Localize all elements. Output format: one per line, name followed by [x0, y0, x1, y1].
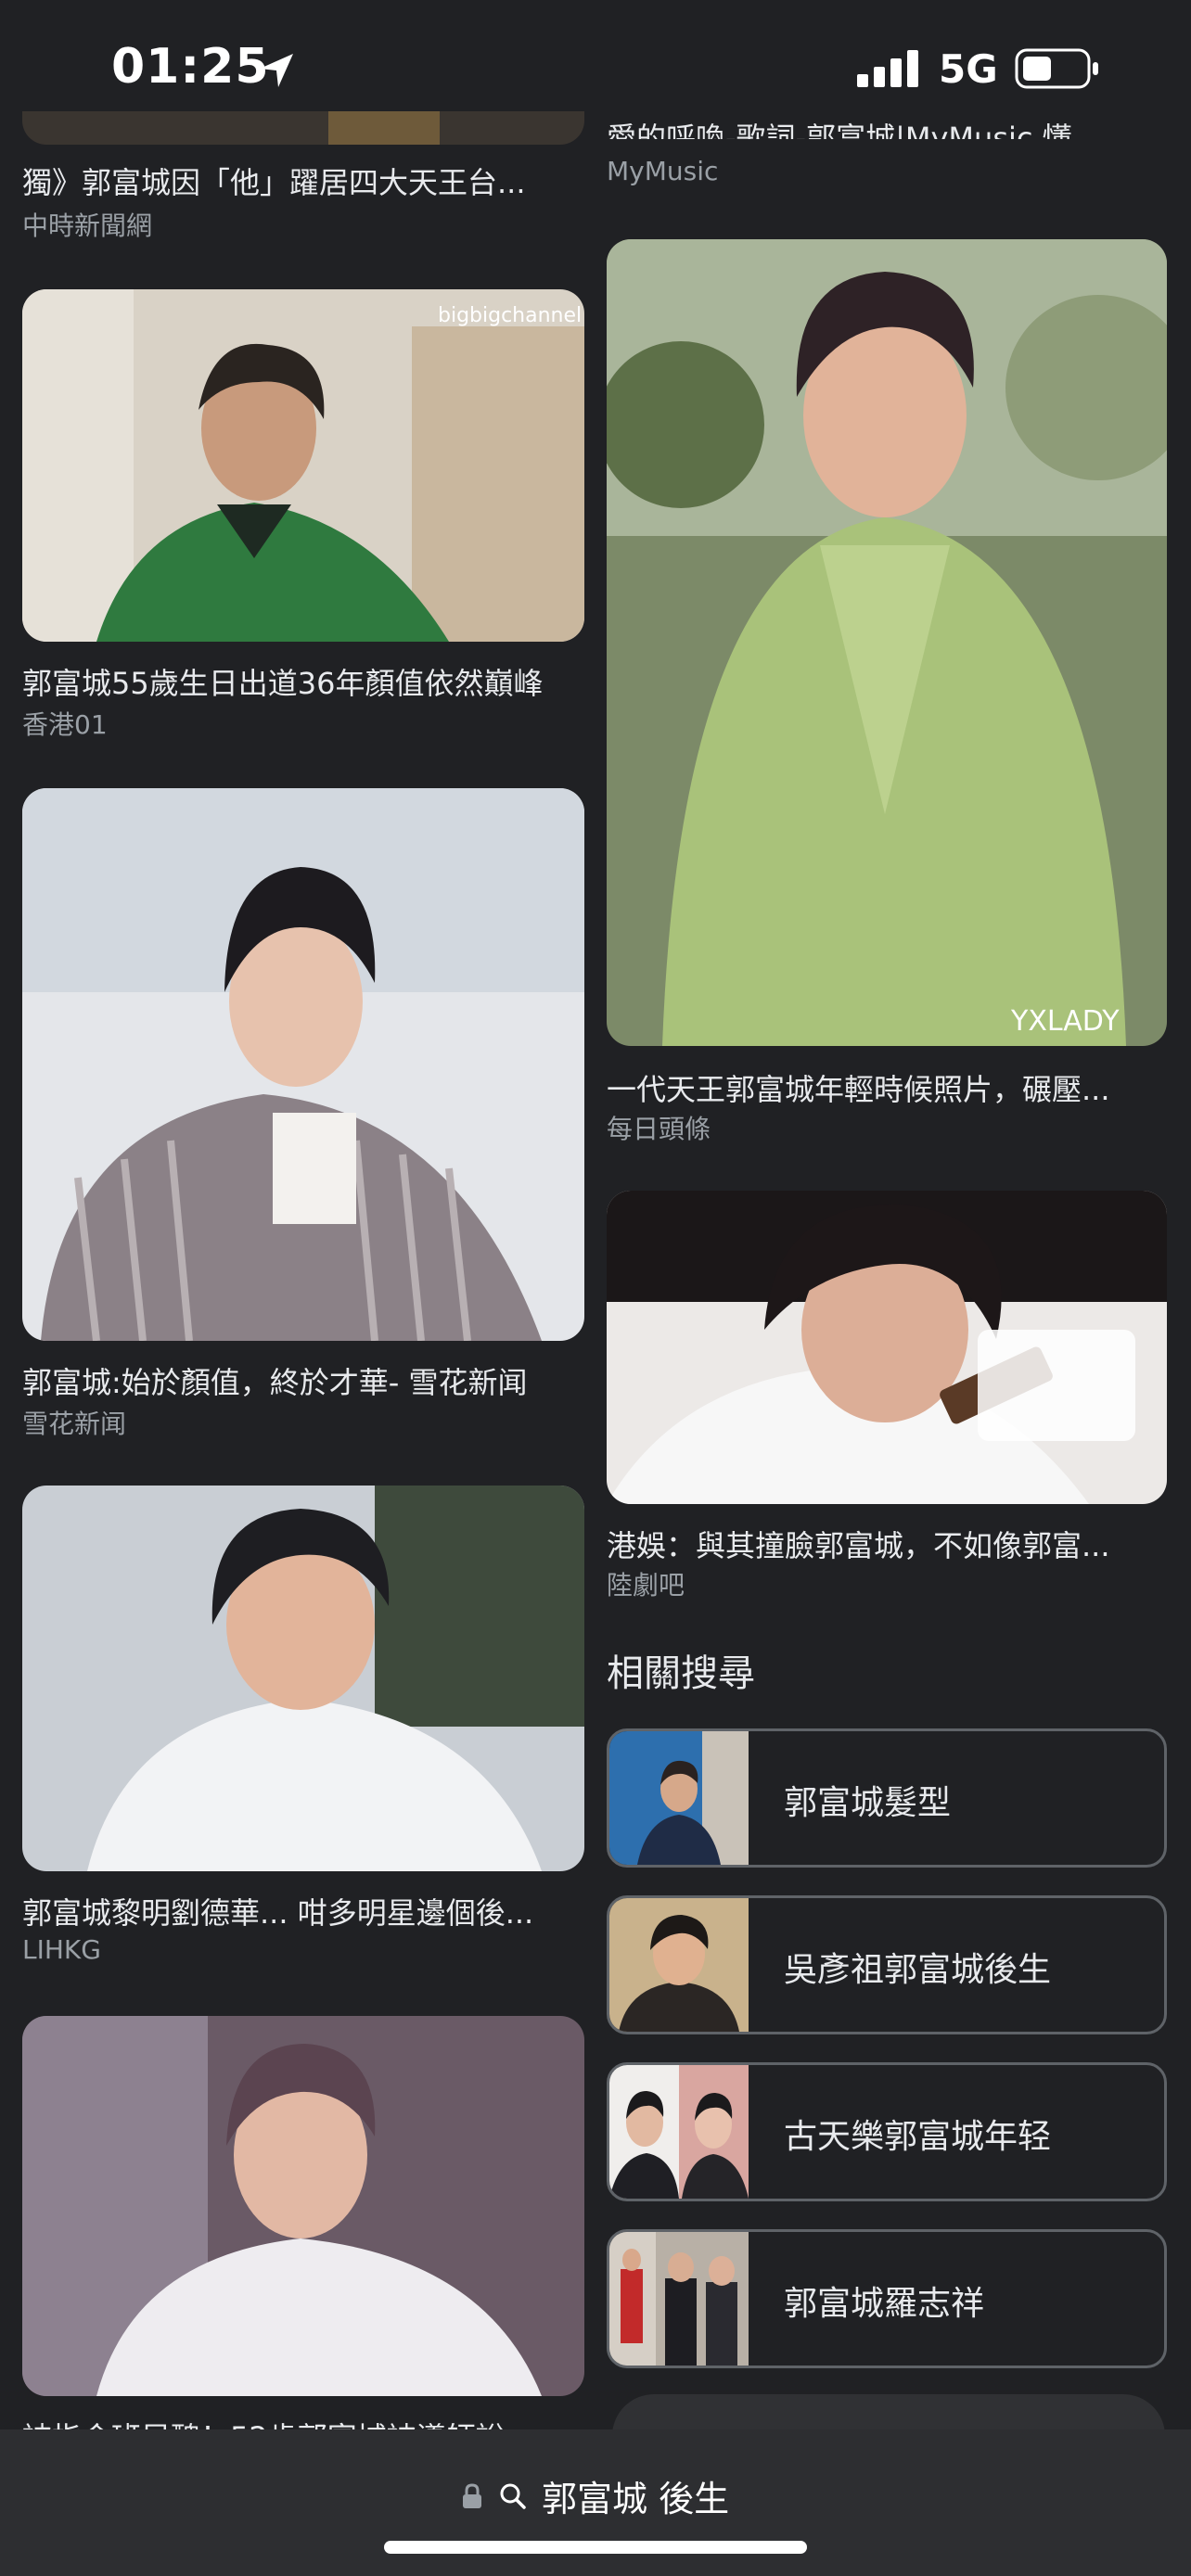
- result-caption[interactable]: 郭富城55歲生日出道36年顏值依然巔峰: [22, 660, 588, 703]
- result-image[interactable]: [607, 239, 1167, 1046]
- related-search-label: 郭富城羅志祥: [784, 2285, 985, 2323]
- home-indicator[interactable]: [384, 2541, 807, 2554]
- network-type: 5G: [939, 46, 998, 92]
- cellular-signal-icon: [857, 50, 918, 87]
- battery-icon: [1015, 48, 1098, 89]
- location-arrow-icon: [260, 54, 293, 87]
- result-source: 雪花新闻: [22, 1409, 127, 1439]
- result-image[interactable]: [22, 289, 584, 642]
- related-search-label: 吳彥祖郭富城後生: [784, 1951, 1052, 1989]
- result-caption[interactable]: 愛的呼喚-歌詞-郭富城|MyMusic 懂...: [607, 115, 1167, 139]
- result-source: LIHKG: [22, 1934, 101, 1965]
- result-source: 香港01: [22, 709, 108, 740]
- result-source: MyMusic: [607, 156, 719, 186]
- result-image[interactable]: [607, 1191, 1167, 1504]
- result-caption[interactable]: 郭富城黎明劉德華... 咁多明星邊個後...: [22, 1890, 588, 1932]
- result-image[interactable]: [22, 111, 584, 145]
- related-thumbnail: [609, 1898, 749, 2032]
- search-icon: [500, 2483, 526, 2509]
- result-caption[interactable]: 獨》郭富城因「他」躍居四大天王台...: [22, 159, 588, 202]
- related-searches-title: 相關搜尋: [607, 1652, 755, 1695]
- related-search-item[interactable]: 郭富城羅志祥: [607, 2229, 1167, 2368]
- url-display[interactable]: 郭富城 後生: [0, 2470, 1191, 2521]
- result-caption[interactable]: 一代天王郭富城年輕時候照片，碾壓...: [607, 1066, 1167, 1109]
- lock-icon: [462, 2482, 481, 2508]
- related-search-label: 郭富城髮型: [784, 1784, 952, 1822]
- result-image[interactable]: [22, 1486, 584, 1871]
- related-search-label: 古天樂郭富城年轻: [784, 2118, 1052, 2156]
- result-image[interactable]: [22, 788, 584, 1341]
- related-thumbnail: [609, 1731, 749, 1865]
- related-thumbnail: [609, 2232, 749, 2366]
- result-caption[interactable]: 港娛：與其撞臉郭富城，不如像郭富...: [607, 1523, 1167, 1565]
- search-query: 郭富城 後生: [542, 2479, 730, 2519]
- result-caption[interactable]: 郭富城:始於顏值，終於才華- 雪花新闻: [22, 1359, 588, 1402]
- related-search-item[interactable]: 吳彥祖郭富城後生: [607, 1895, 1167, 2034]
- result-image[interactable]: [22, 2016, 584, 2396]
- address-bar[interactable]: 郭富城 後生: [0, 2429, 1191, 2576]
- related-search-item[interactable]: 郭富城髮型: [607, 1728, 1167, 1868]
- image-watermark: bigbigchannel: [438, 304, 583, 327]
- related-thumbnail: [609, 2065, 749, 2199]
- result-source: 每日頭條: [607, 1114, 711, 1144]
- result-source: 中時新聞網: [22, 210, 153, 241]
- related-search-item[interactable]: 古天樂郭富城年轻: [607, 2062, 1167, 2201]
- result-source: 陸劇吧: [607, 1570, 685, 1600]
- image-watermark: YXLADY: [1011, 1005, 1120, 1038]
- clock: 01:25: [111, 39, 270, 95]
